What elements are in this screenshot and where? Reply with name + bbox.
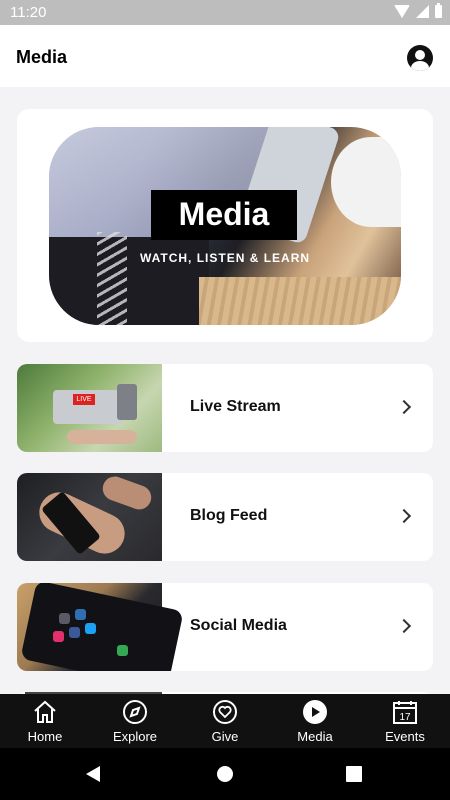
list-item-label: Social Media xyxy=(190,617,287,634)
profile-head xyxy=(415,50,425,60)
blog-feed-thumbnail xyxy=(17,473,162,561)
app-header: Media xyxy=(0,25,450,87)
chevron-right-icon xyxy=(396,508,412,524)
nav-item-events[interactable]: 17 Events xyxy=(360,694,450,748)
hero-banner-image: Media WATCH, LISTEN & LEARN xyxy=(49,127,401,325)
facebook-app-icon xyxy=(69,627,80,638)
nav-item-media[interactable]: Media xyxy=(270,694,360,748)
social-media-thumbnail xyxy=(17,583,184,671)
nav-label: Explore xyxy=(112,729,158,744)
recents-icon[interactable] xyxy=(346,766,362,782)
finger xyxy=(99,473,155,513)
hand xyxy=(67,430,137,444)
live-badge: LIVE xyxy=(73,394,95,405)
back-icon[interactable] xyxy=(86,766,100,782)
status-time: 11:20 xyxy=(10,4,47,21)
page-title: Media xyxy=(16,47,68,67)
status-bar: 11:20 xyxy=(0,0,450,25)
hero-notebook-rings xyxy=(97,232,127,325)
compass-icon xyxy=(123,700,147,724)
hero-tagline: WATCH, LISTEN & LEARN xyxy=(139,251,311,265)
system-navigation-bar xyxy=(0,748,450,800)
chevron-right-icon xyxy=(396,399,412,415)
app-icon xyxy=(59,613,70,624)
main-content[interactable]: Media WATCH, LISTEN & LEARN LIVE Live St… xyxy=(0,87,450,694)
chevron-right-icon xyxy=(396,618,412,634)
signal-icon xyxy=(416,5,429,18)
list-item-social-media[interactable]: Social Media xyxy=(17,583,433,671)
live-stream-thumbnail: LIVE xyxy=(17,364,162,452)
twitter-app-icon xyxy=(85,623,96,634)
list-item-label: Live Stream xyxy=(190,398,281,415)
list-item-blog-feed[interactable]: Blog Feed xyxy=(17,473,433,561)
battery-icon xyxy=(435,3,442,18)
hero-card[interactable]: Media WATCH, LISTEN & LEARN xyxy=(17,109,433,342)
calendar-day: 17 xyxy=(399,712,411,723)
status-icons xyxy=(394,3,442,18)
bottom-navigation: Home Explore Give Media 17 Events xyxy=(0,694,450,748)
nav-label: Home xyxy=(27,729,63,744)
nav-item-home[interactable]: Home xyxy=(0,694,90,748)
nav-item-explore[interactable]: Explore xyxy=(90,694,180,748)
nav-label: Events xyxy=(385,729,425,744)
profile-body xyxy=(411,61,429,71)
nav-label: Give xyxy=(211,729,239,744)
camera-lens xyxy=(117,384,137,420)
wifi-icon xyxy=(394,5,410,18)
hero-coffee-cup xyxy=(331,137,401,227)
heart-icon xyxy=(213,700,237,724)
phone xyxy=(20,583,184,671)
hero-title: Media xyxy=(151,190,297,240)
app-icon xyxy=(117,645,128,656)
hero-wood-table xyxy=(199,277,401,325)
play-icon xyxy=(303,700,327,724)
list-item-live-stream[interactable]: LIVE Live Stream xyxy=(17,364,433,452)
home-circle-icon[interactable] xyxy=(217,766,233,782)
home-icon xyxy=(34,700,56,723)
app-icon xyxy=(75,609,86,620)
user-circle-icon[interactable] xyxy=(407,45,433,71)
nav-item-give[interactable]: Give xyxy=(180,694,270,748)
nav-label: Media xyxy=(297,729,333,744)
calendar-icon: 17 xyxy=(393,701,417,724)
instagram-app-icon xyxy=(53,631,64,642)
list-item-label: Blog Feed xyxy=(190,507,268,524)
